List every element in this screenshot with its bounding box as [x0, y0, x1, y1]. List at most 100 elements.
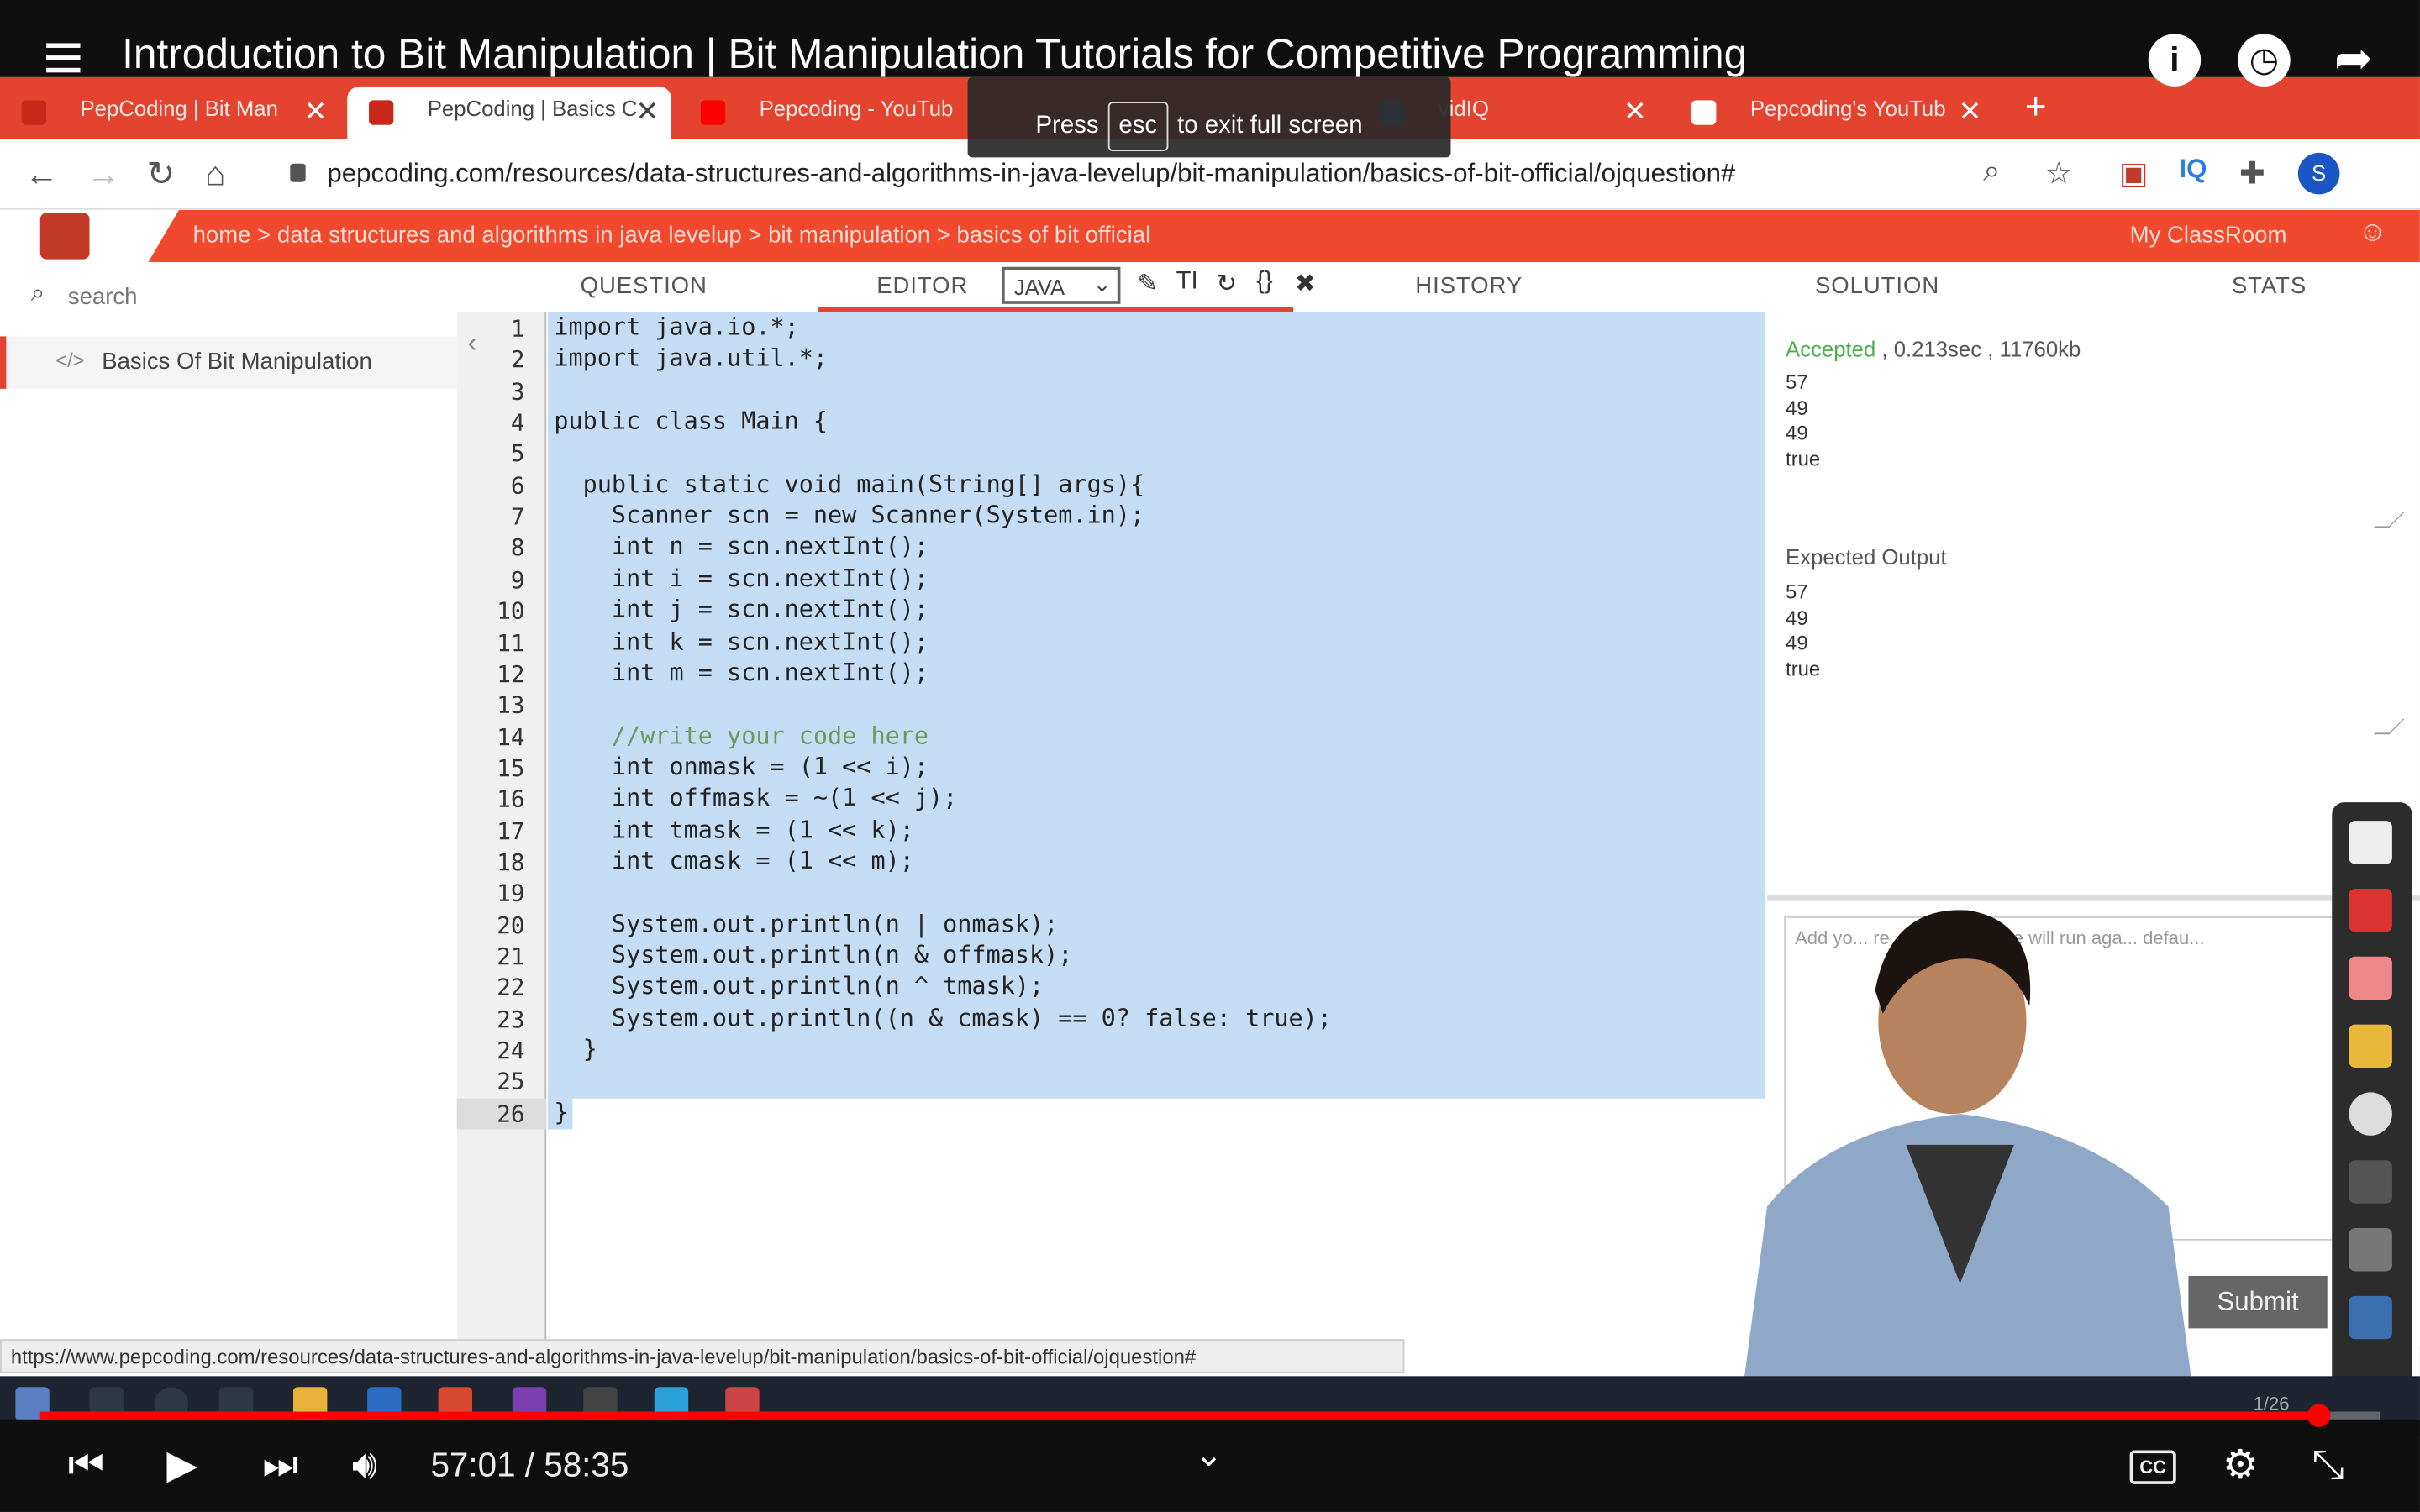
- line-number: 24: [497, 1037, 525, 1065]
- screen-icon[interactable]: [2349, 1295, 2392, 1340]
- output-line: 49: [1786, 396, 1808, 419]
- search-icon: ⌕: [30, 281, 45, 307]
- url-field[interactable]: pepcoding.com/resources/data-structures-…: [327, 159, 1735, 190]
- back-icon[interactable]: ←: [24, 155, 58, 195]
- close-tab-icon[interactable]: ✕: [304, 96, 328, 129]
- home-icon[interactable]: ⌂: [205, 155, 225, 195]
- tab-stats[interactable]: STATS: [2232, 273, 2307, 299]
- playlist-menu-icon[interactable]: [46, 43, 83, 74]
- extensions-puzzle-icon[interactable]: ✚: [2239, 155, 2265, 193]
- code-line[interactable]: import java.io.*;: [554, 313, 798, 341]
- browser-tab[interactable]: PepCoding | Bit Man ✕: [0, 87, 339, 139]
- code-line[interactable]: int j = scn.nextInt();: [554, 596, 929, 623]
- watch-later-icon[interactable]: ◷: [2238, 34, 2291, 87]
- reset-icon[interactable]: ↻: [1216, 269, 1237, 300]
- forward-icon[interactable]: →: [87, 155, 120, 195]
- pen-icon[interactable]: [2349, 888, 2392, 932]
- language-select[interactable]: JAVA ⌄: [1002, 266, 1121, 304]
- volume-icon[interactable]: 🔊︎: [352, 1441, 377, 1490]
- tab-solution[interactable]: SOLUTION: [1815, 273, 1939, 299]
- close-tab-icon[interactable]: ✕: [636, 96, 660, 129]
- line-number: 7: [510, 502, 525, 531]
- code-line[interactable]: }: [554, 1098, 568, 1126]
- code-line[interactable]: int m = scn.nextInt();: [554, 659, 929, 686]
- pepcoding-favicon: [368, 100, 394, 125]
- new-tab-button[interactable]: +: [2025, 87, 2047, 129]
- status-badge: Accepted: [1786, 336, 1876, 361]
- code-line[interactable]: import java.util.*;: [554, 344, 828, 372]
- browser-tab[interactable]: Pepcoding's YouTub ✕: [1670, 87, 1994, 139]
- code-line[interactable]: int offmask = ~(1 << j);: [554, 785, 957, 812]
- eraser-icon[interactable]: [2349, 956, 2392, 1000]
- code-line[interactable]: System.out.println((n & cmask) == 0? fal…: [554, 1004, 1332, 1032]
- captions-icon[interactable]: CC: [2129, 1450, 2176, 1484]
- profile-avatar[interactable]: S: [2297, 152, 2340, 195]
- lock-icon[interactable]: [290, 163, 306, 182]
- expected-output-label: Expected Output: [1786, 544, 1947, 570]
- code-line[interactable]: int n = scn.nextInt();: [554, 533, 929, 560]
- code-line[interactable]: //write your code here: [554, 722, 929, 749]
- font-size-icon[interactable]: TI: [1176, 269, 1198, 297]
- info-icon[interactable]: i: [2148, 34, 2202, 87]
- exit-fullscreen-icon[interactable]: ⤡: [2312, 1441, 2344, 1490]
- video-title[interactable]: Introduction to Bit Manipulation | Bit M…: [122, 31, 1747, 79]
- search-input[interactable]: [67, 274, 411, 318]
- browser-tab[interactable]: Pepcoding - YouTub: [679, 87, 996, 139]
- line-number: 6: [510, 471, 525, 500]
- zoom-icon[interactable]: ⌕: [1983, 155, 2001, 190]
- line-number: 2: [510, 346, 525, 375]
- code-line[interactable]: int tmask = (1 << k);: [554, 816, 914, 843]
- bookmark-star-icon[interactable]: ☆: [2045, 155, 2073, 193]
- code-line[interactable]: int cmask = (1 << m);: [554, 847, 914, 874]
- video-progress-bar[interactable]: [39, 1404, 2381, 1427]
- fullscreen-exit-hint: Press esc to exit full screen: [967, 76, 1451, 158]
- sidebar-item-basics[interactable]: </> Basics Of Bit Manipulation: [0, 336, 457, 389]
- chevron-down-icon[interactable]: ⌄: [1195, 1435, 1223, 1475]
- tab-editor[interactable]: EDITOR: [876, 273, 968, 299]
- code-line[interactable]: System.out.println(n ^ tmask);: [554, 973, 1044, 1000]
- progress-scrubber[interactable]: [2307, 1404, 2331, 1427]
- code-line[interactable]: int k = scn.nextInt();: [554, 627, 929, 655]
- brush-icon[interactable]: ✎: [1138, 269, 1159, 300]
- time-display: 57:01 / 58:35: [430, 1445, 629, 1484]
- play-icon[interactable]: ▶: [166, 1441, 197, 1488]
- reload-icon[interactable]: ↻: [146, 155, 175, 195]
- user-icon[interactable]: ☺: [2358, 216, 2386, 249]
- line-number: 20: [497, 911, 525, 939]
- code-line[interactable]: public class Main {: [554, 407, 828, 435]
- settings-gear-icon[interactable]: ⚙: [2223, 1441, 2259, 1488]
- presenter-webcam: [1736, 910, 2200, 1438]
- next-icon[interactable]: ⏭: [262, 1441, 298, 1490]
- output-line: 57: [1786, 580, 1808, 604]
- my-classroom-link[interactable]: My ClassRoom: [2130, 222, 2287, 248]
- line-icon[interactable]: [2349, 1228, 2392, 1272]
- close-tab-icon[interactable]: ✕: [1959, 96, 1982, 129]
- iq-extension-icon[interactable]: IQ: [2179, 155, 2207, 186]
- share-icon[interactable]: ➦: [2328, 34, 2380, 86]
- tab-history[interactable]: HISTORY: [1415, 273, 1523, 299]
- line-number: 16: [497, 785, 525, 814]
- close-tab-icon[interactable]: ✕: [1623, 96, 1647, 129]
- extension-icon[interactable]: ▣: [2119, 155, 2149, 193]
- previous-icon[interactable]: ⏮: [68, 1441, 104, 1490]
- code-line[interactable]: Scanner scn = new Scanner(System.in);: [554, 501, 1144, 529]
- code-line[interactable]: int onmask = (1 << i);: [554, 753, 929, 780]
- output-line: 49: [1786, 421, 1808, 444]
- browser-tab-active[interactable]: PepCoding | Basics C ✕: [347, 86, 671, 139]
- tab-question[interactable]: QUESTION: [581, 273, 708, 299]
- cursor-icon[interactable]: [2349, 1092, 2392, 1136]
- laser-icon[interactable]: [2349, 1160, 2392, 1204]
- pepcoding-logo[interactable]: [39, 213, 90, 260]
- highlighter-icon[interactable]: [2349, 1024, 2392, 1068]
- fullscreen-editor-icon[interactable]: ✖: [1295, 269, 1316, 300]
- breadcrumb[interactable]: home > data structures and algorithms in…: [193, 222, 1151, 248]
- sidebar-item-label: Basics Of Bit Manipulation: [102, 349, 372, 375]
- code-line[interactable]: System.out.println(n & offmask);: [554, 941, 1073, 969]
- code-line[interactable]: }: [554, 1036, 597, 1063]
- code-line[interactable]: int i = scn.nextInt();: [554, 564, 929, 592]
- output-line: 49: [1786, 605, 1808, 629]
- whiteboard-icon[interactable]: [2349, 821, 2392, 864]
- code-line[interactable]: System.out.println(n | onmask);: [554, 910, 1058, 937]
- code-line[interactable]: public static void main(String[] args){: [554, 470, 1144, 498]
- format-braces-icon[interactable]: {}: [1256, 269, 1273, 297]
